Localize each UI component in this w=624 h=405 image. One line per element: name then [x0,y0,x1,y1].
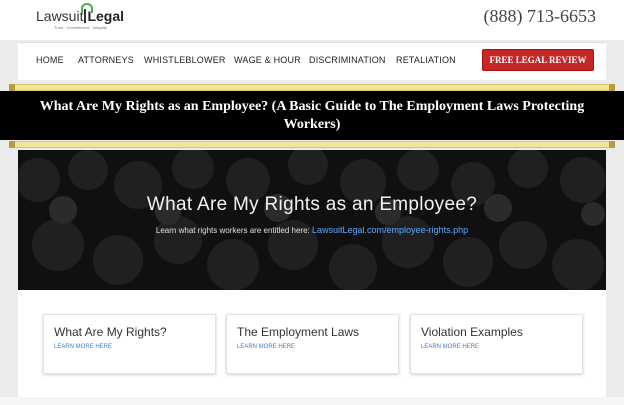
hero-heading: What Are My Rights as an Employee? [146,194,478,215]
nav-home[interactable]: HOME [36,55,64,65]
card-violation-examples[interactable]: Violation Examples LEARN MORE HERE [410,314,583,374]
article-title: What Are My Rights as an Employee? (A Ba… [39,99,585,132]
hero-subtext: Learn what rights workers are entitled h… [18,225,606,235]
logo-leaf-icon [81,3,94,23]
logo-word-lawsuit: Lawsuit [36,8,84,24]
card-rights[interactable]: What Are My Rights? LEARN MORE HERE [43,314,216,374]
page-bottom-strip [0,397,624,405]
learn-more-link[interactable]: LEARN MORE HERE [421,344,479,350]
free-legal-review-button[interactable]: FREE LEGAL REVIEW [482,49,594,71]
hero-overlay [18,150,606,290]
hero-subtext-label: Learn what rights workers are entitled h… [155,226,310,235]
card-title: What Are My Rights? [54,325,167,339]
learn-more-link[interactable]: LEARN MORE HERE [54,344,112,350]
site-header: Lawsuit Legal Trust · Commitment · Integr… [0,0,624,40]
card-title: The Employment Laws [237,325,360,339]
gold-rule-top [9,84,615,91]
phone-number[interactable]: (888) 713-6653 [484,6,596,27]
nav-attorneys[interactable]: ATTORNEYS [78,55,134,65]
nav-whistleblower[interactable]: WHISTLEBLOWER [144,55,226,65]
content-section: What Are My Rights? LEARN MORE HERE The … [18,290,606,405]
nav-wage-hour[interactable]: WAGE & HOUR [234,55,301,65]
logo-tagline: Trust · Commitment · Integrity [54,25,107,30]
card-title: Violation Examples [421,325,523,339]
card-employment-laws[interactable]: The Employment Laws LEARN MORE HERE [226,314,399,374]
hero-link[interactable]: LawsuitLegal.com/employee-rights.php [312,225,468,235]
nav-discrimination[interactable]: DISCRIMINATION [309,55,386,65]
logo-wordmark: Lawsuit Legal [36,3,124,24]
gold-rule-bottom [9,141,615,148]
main-nav: HOME ATTORNEYS WHISTLEBLOWER WAGE & HOUR… [18,42,606,80]
learn-more-link[interactable]: LEARN MORE HERE [237,344,295,350]
nav-retaliation[interactable]: RETALIATION [396,55,456,65]
site-logo[interactable]: Lawsuit Legal Trust · Commitment · Integr… [36,3,124,30]
hero-banner: What Are My Rights as an Employee? Learn… [18,150,606,290]
